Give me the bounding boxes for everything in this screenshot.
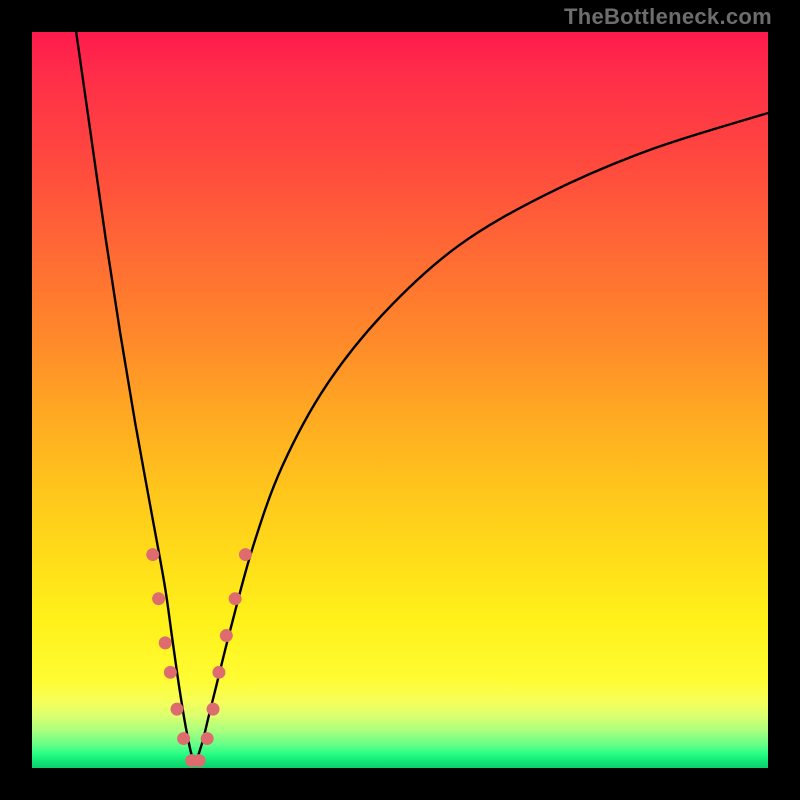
marker-dots-group <box>146 548 252 767</box>
marker-dot <box>177 732 190 745</box>
marker-dot <box>212 666 225 679</box>
marker-dot <box>201 732 214 745</box>
marker-dot <box>193 754 206 767</box>
marker-dot <box>239 548 252 561</box>
curve-layer <box>32 32 768 768</box>
marker-dot <box>207 703 220 716</box>
marker-dot <box>164 666 177 679</box>
marker-dot <box>229 592 242 605</box>
marker-dot <box>171 703 184 716</box>
watermark-text: TheBottleneck.com <box>564 4 772 30</box>
bottleneck-curve <box>76 32 768 761</box>
marker-dot <box>152 592 165 605</box>
chart-frame: TheBottleneck.com <box>0 0 800 800</box>
marker-dot <box>146 548 159 561</box>
marker-dot <box>220 629 233 642</box>
plot-area <box>32 32 768 768</box>
marker-dot <box>159 636 172 649</box>
